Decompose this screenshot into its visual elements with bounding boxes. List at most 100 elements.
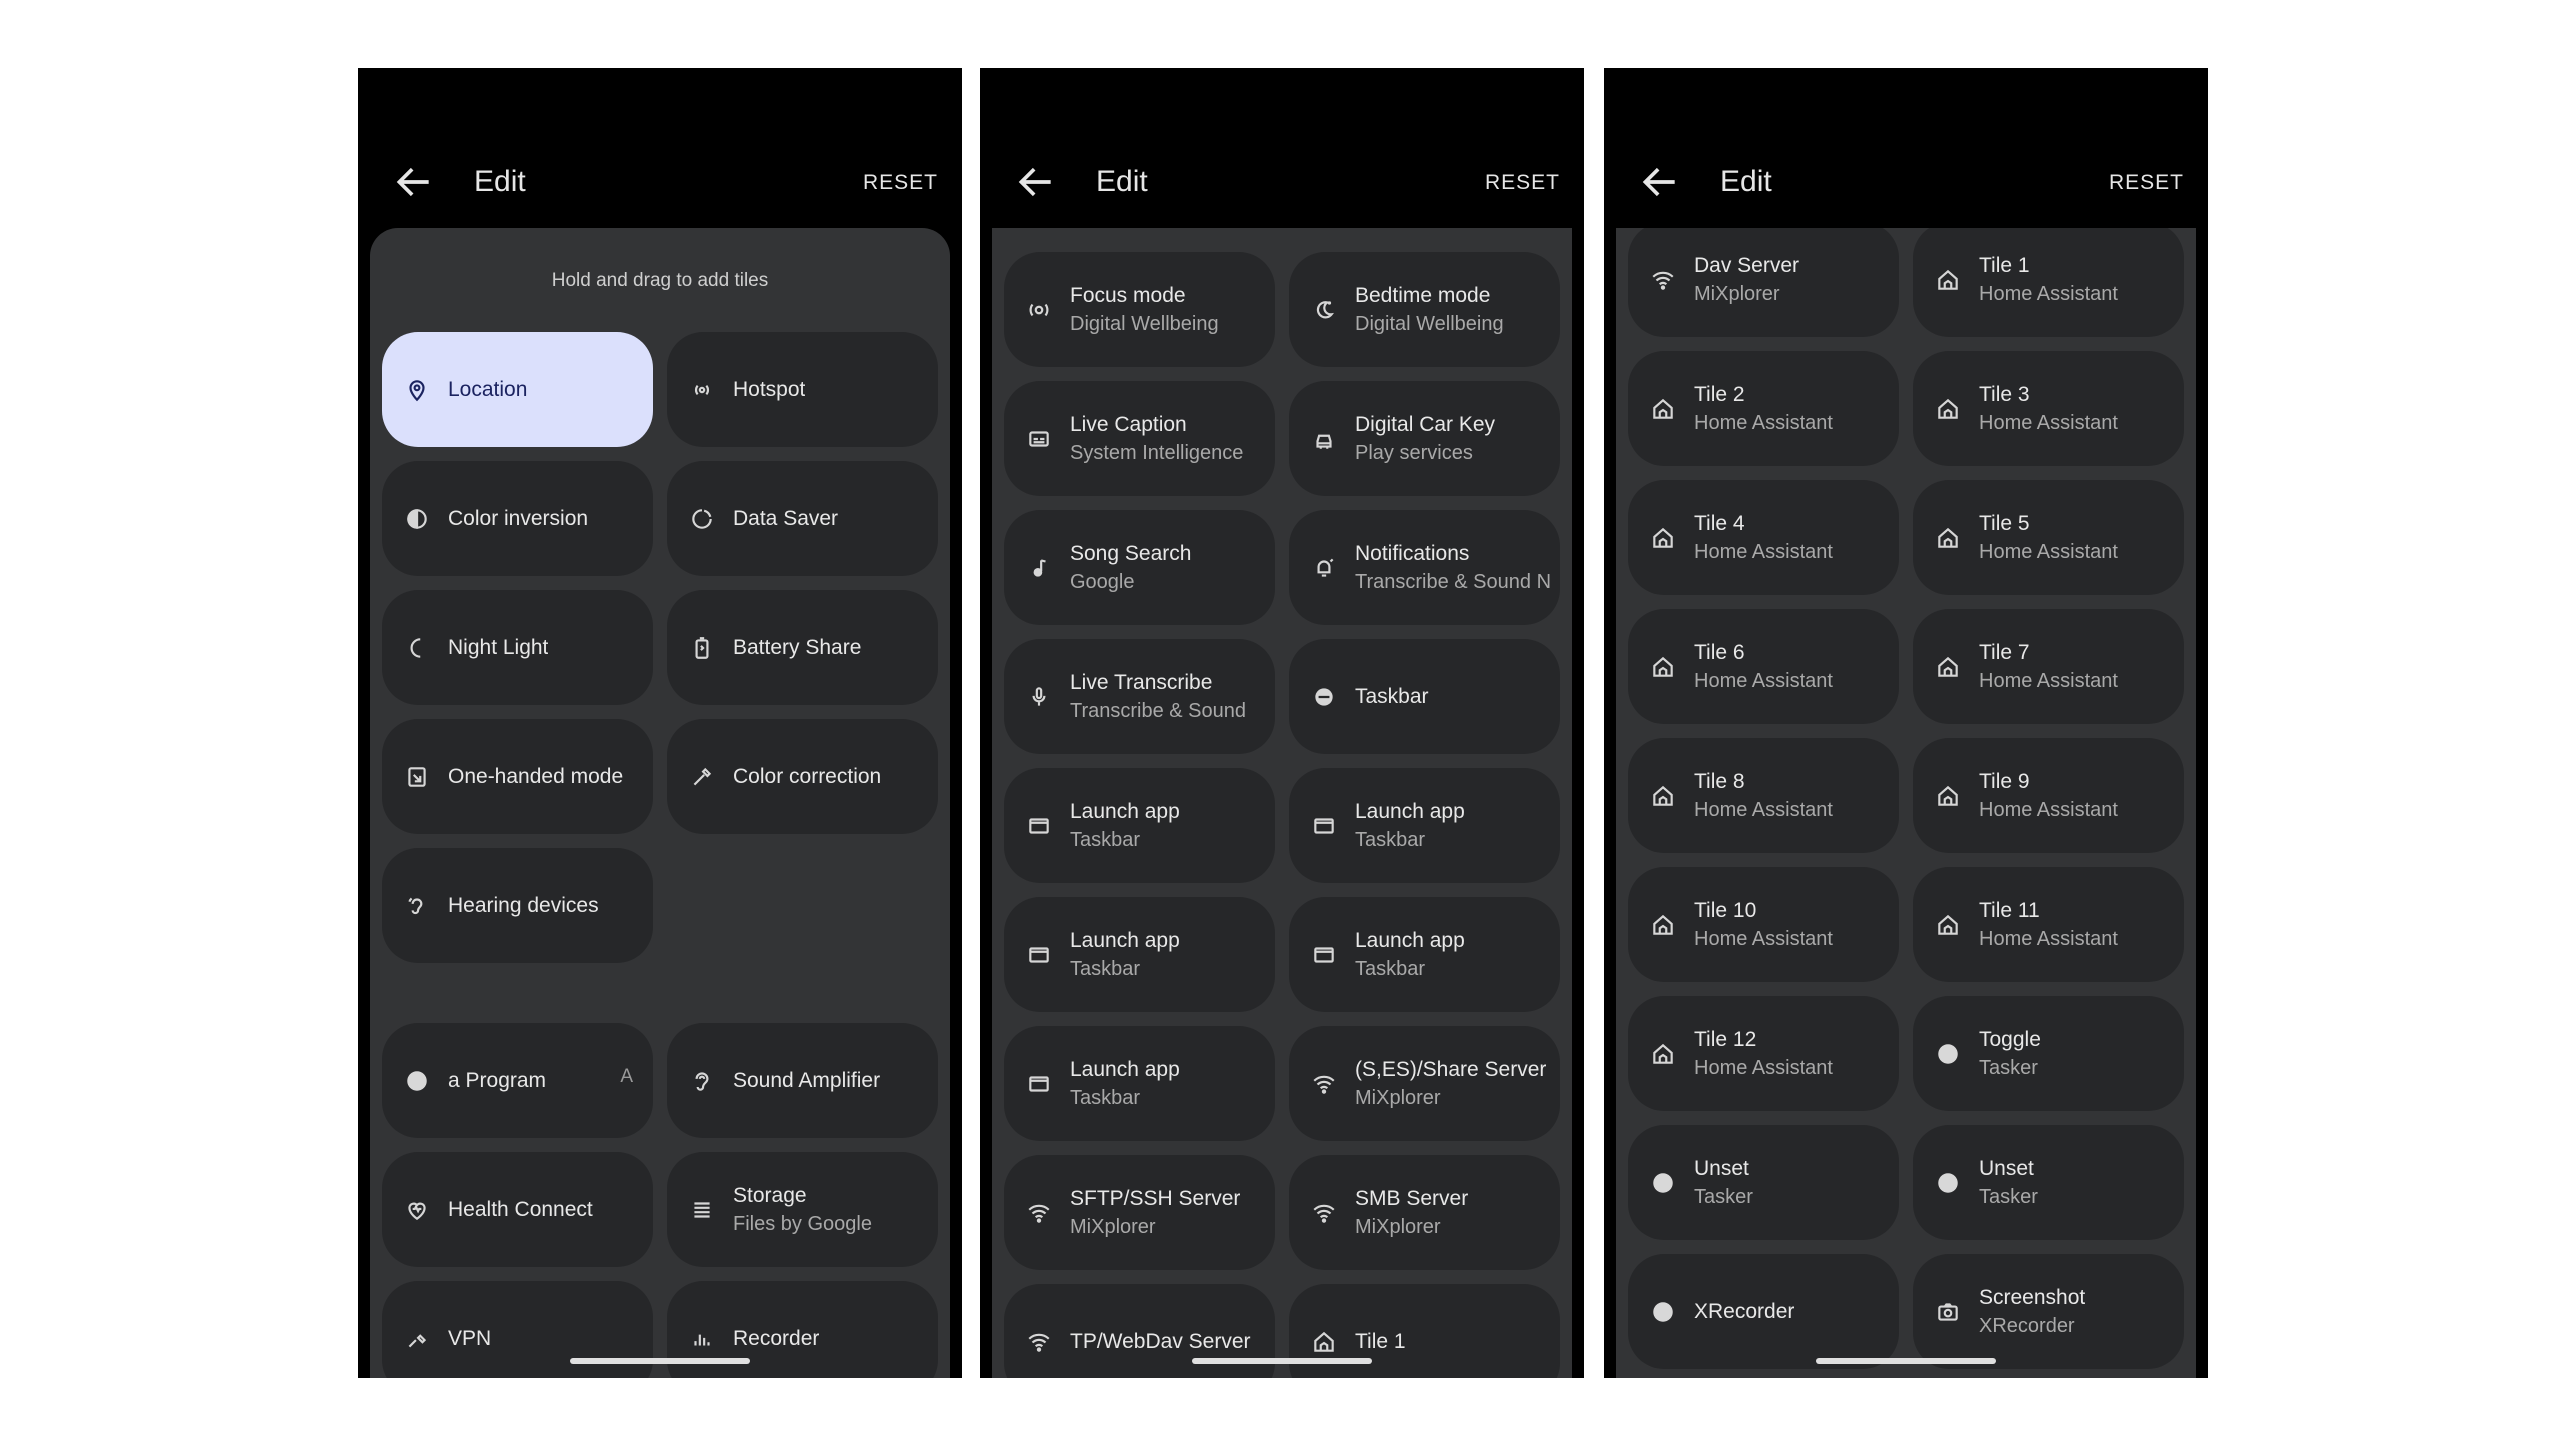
tile-text: Launch app Taskbar — [1070, 1056, 1180, 1112]
qs-tile[interactable]: Hotspot — [667, 332, 938, 447]
circle-icon — [1935, 1041, 1961, 1067]
tile-text: Dav Server MiXplorer — [1694, 252, 1799, 308]
qs-tile[interactable]: Tile 10 Home Assistant — [1628, 867, 1899, 982]
qs-tile[interactable]: (S,ES)/Share Server MiXplorer — [1289, 1026, 1560, 1141]
qs-tile[interactable]: Battery Share — [667, 590, 938, 705]
tile-label: Tile 4 — [1694, 511, 1745, 535]
qs-tile[interactable]: a Program A — [382, 1023, 653, 1138]
qs-tile[interactable]: SFTP/SSH Server MiXplorer — [1004, 1155, 1275, 1270]
qs-tile[interactable]: Location — [382, 332, 653, 447]
screen-2: Edit RESET Focus mode Digital Wellbeing Be… — [980, 68, 1584, 1378]
page-title: Edit — [474, 165, 526, 198]
back-arrow-icon[interactable] — [392, 160, 436, 204]
qs-tile[interactable]: Focus mode Digital Wellbeing — [1004, 252, 1275, 367]
qs-tile[interactable]: One-handed mode — [382, 719, 653, 834]
home-icon — [1935, 525, 1961, 551]
reset-button[interactable]: RESET — [863, 166, 938, 200]
tile-text: Notifications Transcribe & Sound N — [1355, 540, 1551, 596]
qs-tile[interactable]: Tile 8 Home Assistant — [1628, 738, 1899, 853]
tile-label: Tile 7 — [1979, 640, 2030, 664]
qs-tile[interactable]: Tile 2 Home Assistant — [1628, 351, 1899, 466]
gesture-handle[interactable] — [1192, 1358, 1372, 1364]
qs-tile[interactable]: Bedtime mode Digital Wellbeing — [1289, 252, 1560, 367]
qs-tile[interactable]: Tile 5 Home Assistant — [1913, 480, 2184, 595]
qs-tile[interactable]: SMB Server MiXplorer — [1289, 1155, 1560, 1270]
qs-tile[interactable]: Live Transcribe Transcribe & Sound — [1004, 639, 1275, 754]
qs-tile[interactable]: Toggle Tasker — [1913, 996, 2184, 1111]
reset-button[interactable]: RESET — [1485, 166, 1560, 200]
tile-label: TP/WebDav Server — [1070, 1329, 1251, 1353]
circle-icon — [1935, 1170, 1961, 1196]
qs-tile[interactable]: Tile 6 Home Assistant — [1628, 609, 1899, 724]
tile-label: Night Light — [448, 635, 549, 659]
tile-subtitle: Home Assistant — [1694, 669, 1833, 692]
tiles-panel: Hold and drag to add tiles Location Hotsp… — [370, 228, 950, 1378]
qs-tile[interactable]: Health Connect — [382, 1152, 653, 1267]
empty-slot — [667, 848, 938, 963]
qs-tile[interactable]: XRecorder — [1628, 1254, 1899, 1369]
qs-tile[interactable]: Sound Amplifier — [667, 1023, 938, 1138]
qs-tile[interactable]: Screenshot XRecorder — [1913, 1254, 2184, 1369]
gesture-handle[interactable] — [570, 1358, 750, 1364]
qs-tile[interactable]: Tile 1 Home Assistant — [1913, 228, 2184, 337]
tile-label: VPN — [448, 1326, 492, 1350]
tile-subtitle: Digital Wellbeing — [1355, 312, 1504, 335]
qs-tile[interactable]: Notifications Transcribe & Sound N — [1289, 510, 1560, 625]
qs-tile[interactable]: Tile 9 Home Assistant — [1913, 738, 2184, 853]
qs-tile[interactable]: Hearing devices — [382, 848, 653, 963]
tile-label: Tile 10 — [1694, 898, 1757, 922]
tile-subtitle: MiXplorer — [1694, 282, 1780, 305]
gesture-handle[interactable] — [1816, 1358, 1996, 1364]
qs-tile[interactable]: Tile 3 Home Assistant — [1913, 351, 2184, 466]
qs-tile[interactable]: Digital Car Key Play services — [1289, 381, 1560, 496]
tile-subtitle: Home Assistant — [1694, 540, 1833, 563]
camera-icon — [1935, 1299, 1961, 1325]
tile-subtitle: System Intelligence — [1070, 441, 1244, 464]
qs-tile[interactable]: Song Search Google — [1004, 510, 1275, 625]
tile-subtitle: Home Assistant — [1694, 798, 1833, 821]
back-arrow-icon[interactable] — [1014, 160, 1058, 204]
qs-tile[interactable]: Launch app Taskbar — [1289, 897, 1560, 1012]
tile-label: Launch app — [1070, 1057, 1180, 1081]
qs-tile[interactable]: Data Saver — [667, 461, 938, 576]
ear-icon — [689, 1068, 715, 1094]
tile-subtitle: Google — [1070, 570, 1135, 593]
tile-text: Tile 10 Home Assistant — [1694, 897, 1833, 953]
qs-tile[interactable]: Unset Tasker — [1628, 1125, 1899, 1240]
home-icon — [1311, 1329, 1337, 1355]
qs-tile[interactable]: Live Caption System Intelligence — [1004, 381, 1275, 496]
reset-button[interactable]: RESET — [2109, 166, 2184, 200]
qs-tile[interactable]: Taskbar — [1289, 639, 1560, 754]
tile-subtitle: Taskbar — [1070, 828, 1141, 851]
tile-label: Tile 1 — [1355, 1329, 1406, 1353]
qs-tile[interactable]: Tile 7 Home Assistant — [1913, 609, 2184, 724]
back-arrow-icon[interactable] — [1638, 160, 1682, 204]
qs-tile[interactable]: Tile 12 Home Assistant — [1628, 996, 1899, 1111]
qs-tile[interactable]: Storage Files by Google — [667, 1152, 938, 1267]
tile-text: Location — [448, 376, 527, 404]
qs-tile[interactable]: Launch app Taskbar — [1289, 768, 1560, 883]
tile-text: VPN — [448, 1325, 491, 1353]
tile-label: Notifications — [1355, 541, 1470, 565]
home-icon — [1935, 912, 1961, 938]
tile-label: Battery Share — [733, 635, 862, 659]
qs-tile[interactable]: Dav Server MiXplorer — [1628, 228, 1899, 337]
window-icon — [1026, 942, 1052, 968]
qs-tile[interactable]: Tile 11 Home Assistant — [1913, 867, 2184, 982]
qs-tile[interactable]: Night Light — [382, 590, 653, 705]
qs-tile[interactable]: Launch app Taskbar — [1004, 897, 1275, 1012]
tile-subtitle: Home Assistant — [1979, 798, 2118, 821]
qs-tile[interactable]: Launch app Taskbar — [1004, 768, 1275, 883]
tile-text: Taskbar — [1355, 683, 1429, 711]
qs-tile[interactable]: Color inversion — [382, 461, 653, 576]
qs-tile[interactable]: Tile 4 Home Assistant — [1628, 480, 1899, 595]
tile-text: Live Caption System Intelligence — [1070, 411, 1243, 467]
qs-tile[interactable]: Color correction — [667, 719, 938, 834]
qs-tile[interactable]: Unset Tasker — [1913, 1125, 2184, 1240]
tile-subtitle: XRecorder — [1979, 1314, 2075, 1337]
qs-tile[interactable]: Launch app Taskbar — [1004, 1026, 1275, 1141]
tile-label: Tile 12 — [1694, 1027, 1757, 1051]
tile-text: Hotspot — [733, 376, 805, 404]
tile-text: Night Light — [448, 634, 548, 662]
tile-label: Unset — [1979, 1156, 2034, 1180]
